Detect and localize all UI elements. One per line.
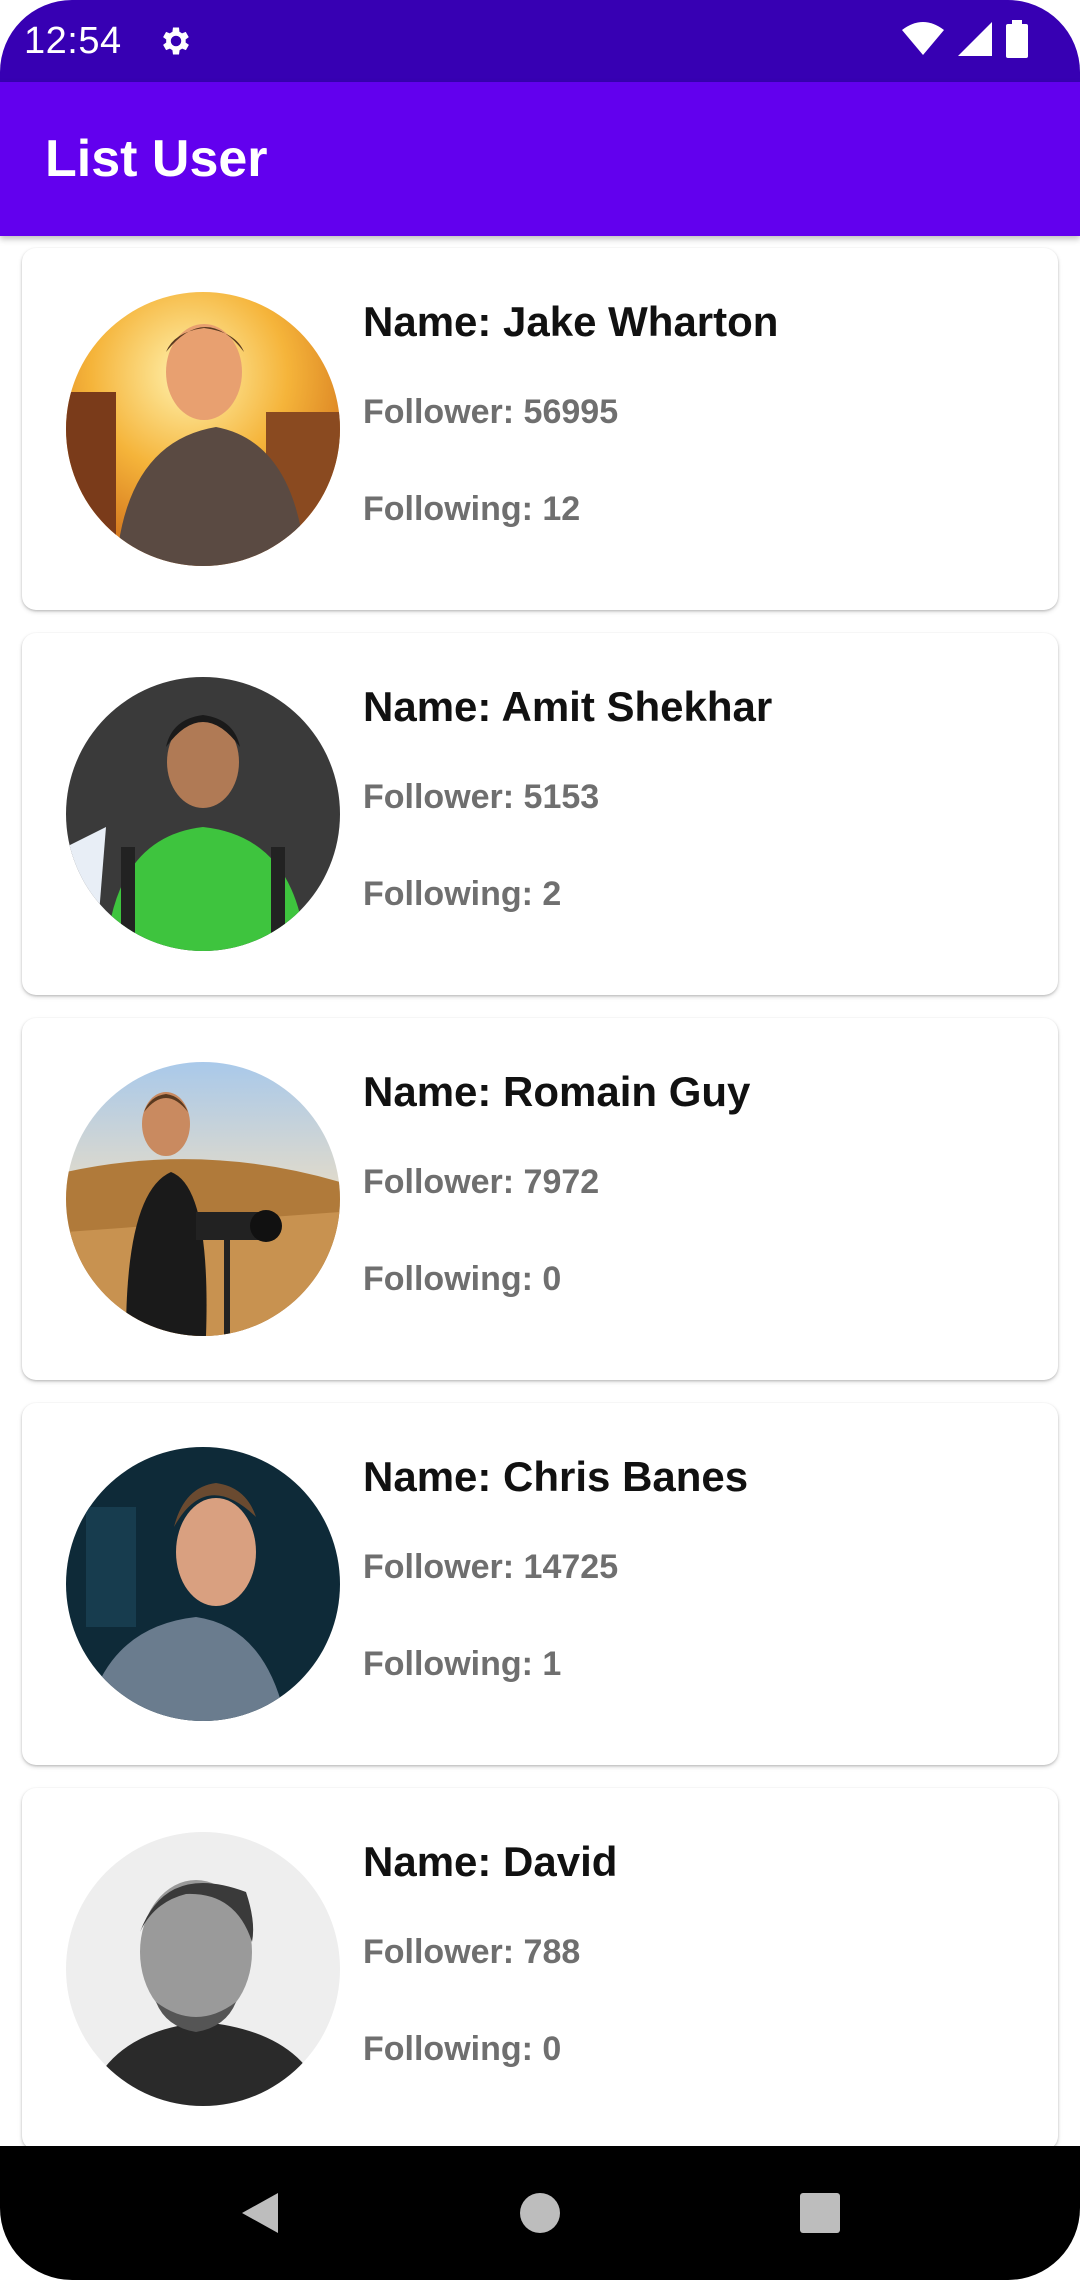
gear-icon (156, 21, 196, 61)
user-name: Name: David (363, 1838, 618, 1885)
user-info: Name: Romain Guy Follower: 7972 Followin… (363, 1066, 1038, 1301)
user-avatar (66, 292, 340, 566)
recents-square-icon[interactable] (775, 2168, 865, 2258)
user-card[interactable]: Name: Jake Wharton Follower: 56995 Follo… (22, 248, 1058, 610)
user-following-count: Following: 1 (363, 1645, 562, 1683)
status-bar: 12:54 (0, 0, 1080, 82)
app-bar: List User (0, 82, 1080, 236)
wifi-icon (902, 21, 944, 61)
user-following-count: Following: 2 (363, 875, 562, 913)
user-card[interactable]: Name: Romain Guy Follower: 7972 Followin… (22, 1018, 1058, 1380)
user-info: Name: Amit Shekhar Follower: 5153 Follow… (363, 681, 1038, 916)
user-info: Name: Jake Wharton Follower: 56995 Follo… (363, 296, 1038, 531)
battery-icon (1006, 19, 1028, 63)
user-info: Name: Chris Banes Follower: 14725 Follow… (363, 1451, 1038, 1686)
user-follower-count: Follower: 14725 (363, 1548, 619, 1586)
status-time: 12:54 (24, 19, 122, 62)
user-follower-count: Follower: 7972 (363, 1163, 600, 1201)
back-triangle-icon[interactable] (215, 2168, 305, 2258)
app-title: List User (45, 130, 268, 188)
user-avatar (66, 1062, 340, 1336)
user-info: Name: David Follower: 788 Following: 0 (363, 1836, 1038, 2071)
user-name: Name: Romain Guy (363, 1068, 751, 1115)
user-name: Name: Chris Banes (363, 1453, 749, 1500)
user-follower-count: Follower: 788 (363, 1933, 581, 1971)
cellular-signal-icon (958, 21, 992, 61)
navigation-bar (0, 2146, 1080, 2280)
user-following-count: Following: 12 (363, 490, 581, 528)
user-card[interactable]: Name: Amit Shekhar Follower: 5153 Follow… (22, 633, 1058, 995)
user-avatar (66, 677, 340, 951)
user-name: Name: Jake Wharton (363, 298, 779, 345)
user-follower-count: Follower: 56995 (363, 393, 619, 431)
home-circle-icon[interactable] (495, 2168, 585, 2258)
user-following-count: Following: 0 (363, 1260, 562, 1298)
user-card[interactable]: Name: David Follower: 788 Following: 0 (22, 1788, 1058, 2146)
user-card[interactable]: Name: Chris Banes Follower: 14725 Follow… (22, 1403, 1058, 1765)
user-following-count: Following: 0 (363, 2030, 562, 2068)
user-avatar (66, 1832, 340, 2106)
user-name: Name: Amit Shekhar (363, 683, 773, 730)
screen: 12:54 List User Name: Jake Wharton Follo… (0, 0, 1080, 2280)
user-follower-count: Follower: 5153 (363, 778, 600, 816)
status-icons (902, 19, 1056, 63)
user-avatar (66, 1447, 340, 1721)
user-list[interactable]: Name: Jake Wharton Follower: 56995 Follo… (0, 236, 1080, 2146)
